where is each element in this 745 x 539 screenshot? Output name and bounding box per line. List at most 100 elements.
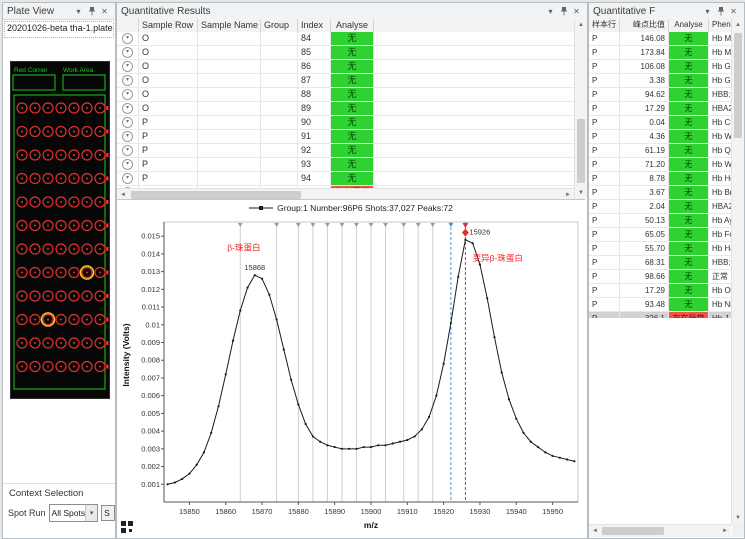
table-row[interactable]: ▾P91无 [117, 130, 575, 144]
plate-image[interactable]: Red CornerWork Area [10, 61, 110, 399]
phenotype-horizontal-scrollbar[interactable]: ◄ ► [589, 524, 731, 537]
pin-icon[interactable] [85, 5, 98, 17]
table-row[interactable]: P17.29无HBA2:c.41C>T( [589, 102, 732, 116]
table-row[interactable]: P50.13无Hb Aylesbury(H [589, 214, 732, 228]
table-row[interactable]: ▾O89无 [117, 102, 575, 116]
table-row[interactable]: P173.84无Hb Malay [589, 46, 732, 60]
row-expander[interactable]: ▾ [117, 116, 139, 129]
row-expander[interactable]: ▾ [117, 102, 139, 115]
scrollbar-thumb[interactable] [734, 33, 742, 138]
pin-icon[interactable] [557, 5, 570, 17]
column-header-sample-row[interactable]: Sample Row [139, 19, 198, 32]
svg-text:0.005: 0.005 [141, 409, 160, 418]
table-row[interactable]: P106.08无Hb G-Coushatta [589, 60, 732, 74]
table-row[interactable]: ▾O86无 [117, 60, 575, 74]
svg-text:15900: 15900 [361, 507, 382, 516]
scroll-right-icon[interactable]: ► [719, 525, 731, 537]
context-side-button[interactable]: S [101, 505, 115, 521]
table-row[interactable]: ▾P93无 [117, 158, 575, 172]
row-expander[interactable]: ▾ [117, 130, 139, 143]
row-expander[interactable]: ▾ [117, 32, 139, 45]
row-expander[interactable]: ▾ [117, 172, 139, 185]
cell-phenotype-name: Hb Aylesbury(H [709, 214, 732, 227]
spectrum-chart[interactable]: 1585015860158701588015890159001591015920… [130, 214, 582, 536]
table-row[interactable]: P8.78无Hb Hekinan(H [589, 172, 732, 186]
table-row[interactable]: ▾P90无 [117, 116, 575, 130]
column-header-group[interactable]: Group [261, 19, 298, 32]
cell-sample-row: P [589, 228, 620, 241]
cell-sample-row: P [589, 200, 620, 213]
pin-icon[interactable] [714, 5, 727, 17]
table-row[interactable]: P2.04无HBA2:c.295T>G [589, 200, 732, 214]
svg-text:Red Corner: Red Corner [14, 67, 48, 74]
scroll-left-icon[interactable]: ◄ [589, 525, 601, 537]
cell-group [261, 60, 298, 73]
cell-sample-row: P [589, 102, 620, 115]
scroll-up-icon[interactable]: ▲ [575, 19, 587, 31]
table-row[interactable]: P0.04无Hb CS [589, 116, 732, 130]
table-row[interactable]: P146.08无Hb Maputo [589, 32, 732, 46]
panel-menu-icon[interactable]: ▾ [544, 5, 557, 17]
row-expander[interactable]: ▾ [117, 88, 139, 101]
chevron-down-icon: ▾ [122, 117, 133, 128]
scroll-down-icon[interactable]: ▼ [732, 512, 744, 524]
table-row[interactable]: P93.48无Hb Niigata(<C [589, 298, 732, 312]
quantitative-phenotype-title: Quantitative F [593, 6, 701, 17]
scroll-up-icon[interactable]: ▲ [732, 19, 744, 31]
table-row[interactable]: P4.36无Hb Wexham(2- [589, 130, 732, 144]
table-row[interactable]: P61.19无Hb Q-Thailand [589, 144, 732, 158]
column-header-sample-row[interactable]: 样本行 [589, 19, 620, 32]
table-row[interactable]: ▾O87无 [117, 74, 575, 88]
svg-text:0.01: 0.01 [145, 320, 160, 329]
panel-menu-icon[interactable]: ▾ [72, 5, 85, 17]
table-row[interactable]: P3.67无Hb Broomhill [589, 186, 732, 200]
row-expander[interactable]: ▾ [117, 144, 139, 157]
scrollbar-thumb[interactable] [577, 119, 585, 183]
table-row[interactable]: ▾O85无 [117, 46, 575, 60]
column-header-analyse[interactable]: Analyse [331, 19, 374, 32]
table-row[interactable]: ▾O88无 [117, 88, 575, 102]
phenotype-vertical-scrollbar[interactable]: ▲ ▼ [731, 19, 744, 524]
table-row-selected[interactable]: P326.1存在异常Hb J-Bangkok [589, 312, 732, 318]
column-header-index[interactable]: Index [298, 19, 331, 32]
cell-analyse-status: 无 [669, 144, 709, 157]
column-header-phenotype-name[interactable]: Phenotype Name [709, 19, 732, 32]
row-expander[interactable]: ▾ [117, 158, 139, 171]
plate-file-item[interactable]: 20201026-beta tha-1.plate [5, 22, 113, 37]
table-row[interactable]: ▾O84无 [117, 32, 575, 46]
table-row[interactable]: ▾P94无 [117, 172, 575, 186]
spot-run-select[interactable]: All Spots ▾ [49, 504, 99, 522]
scroll-down-icon[interactable]: ▼ [575, 187, 587, 199]
results-vertical-scrollbar[interactable]: ▲ ▼ [574, 19, 587, 199]
row-expander[interactable]: ▾ [117, 60, 139, 73]
table-row[interactable]: P68.31无HBB:c.41C>T(H [589, 256, 732, 270]
close-icon[interactable]: ✕ [727, 5, 740, 17]
table-row[interactable]: P94.62无HBB:c.255_264 [589, 88, 732, 102]
cell-sample-row: P [589, 116, 620, 129]
cell-sample-row: P [589, 88, 620, 101]
row-expander[interactable]: ▾ [117, 74, 139, 87]
panel-menu-icon[interactable]: ▾ [701, 5, 714, 17]
cell-phenotype-name: Hb Niigata(<C [709, 298, 732, 311]
close-icon[interactable]: ✕ [98, 5, 111, 17]
chart-legend: Group:1 Number:96P6 Shots:37,027 Peaks:7… [117, 203, 585, 213]
svg-text:0.011: 0.011 [142, 303, 160, 312]
table-row[interactable]: P71.20无Hb Westmead [589, 158, 732, 172]
close-icon[interactable]: ✕ [570, 5, 583, 17]
column-header-expand[interactable] [117, 19, 139, 32]
column-header-sample-name[interactable]: Sample Name [198, 19, 261, 32]
cell-analyse-status: 无 [331, 102, 374, 115]
scrollbar-thumb[interactable] [602, 527, 664, 535]
table-row[interactable]: P55.70无Hb Hamilton [589, 242, 732, 256]
column-header-analyse[interactable]: Analyse [669, 19, 709, 32]
scrollbar-thumb[interactable] [131, 191, 301, 199]
table-row[interactable]: P98.66无正常 [589, 270, 732, 284]
column-header-ratio[interactable]: 峰点比值 [620, 19, 669, 32]
table-row[interactable]: ▾P92无 [117, 144, 575, 158]
table-row[interactable]: P65.05无Hb Fontainble [589, 228, 732, 242]
table-row[interactable]: P17.29无Hb Owari [589, 284, 732, 298]
table-row[interactable]: P3.38无Hb G-San José [589, 74, 732, 88]
cell-ratio: 17.29 [620, 284, 669, 297]
row-expander[interactable]: ▾ [117, 46, 139, 59]
cell-filler [374, 130, 575, 143]
